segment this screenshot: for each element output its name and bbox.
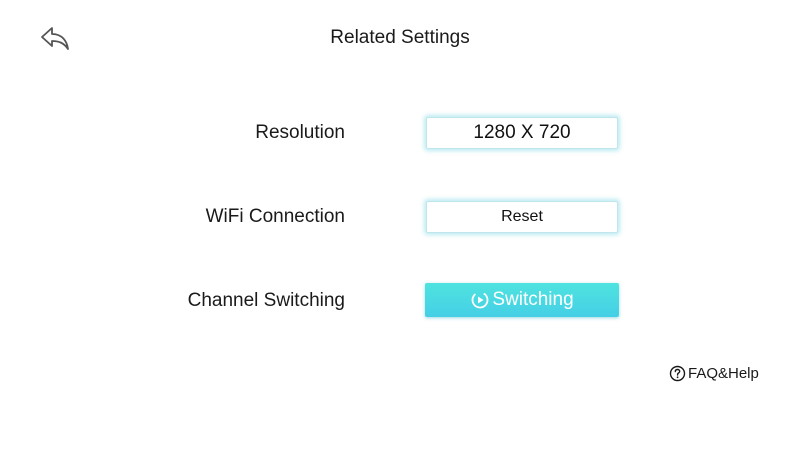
faq-help-label: FAQ&Help <box>688 365 759 382</box>
resolution-select[interactable]: 1280 X 720 <box>426 117 618 149</box>
channel-switching-label: Channel Switching <box>187 290 345 311</box>
channel-switching-button[interactable]: Switching <box>425 283 619 317</box>
wifi-connection-label: WiFi Connection <box>205 206 345 227</box>
resolution-label: Resolution <box>255 122 345 143</box>
question-circle-icon <box>669 365 686 382</box>
page-title: Related Settings <box>330 27 470 48</box>
switch-cycle-icon <box>470 290 490 310</box>
channel-switching-button-label: Switching <box>492 289 574 310</box>
faq-help-link[interactable]: FAQ&Help <box>669 365 759 382</box>
wifi-reset-button[interactable]: Reset <box>426 201 618 233</box>
